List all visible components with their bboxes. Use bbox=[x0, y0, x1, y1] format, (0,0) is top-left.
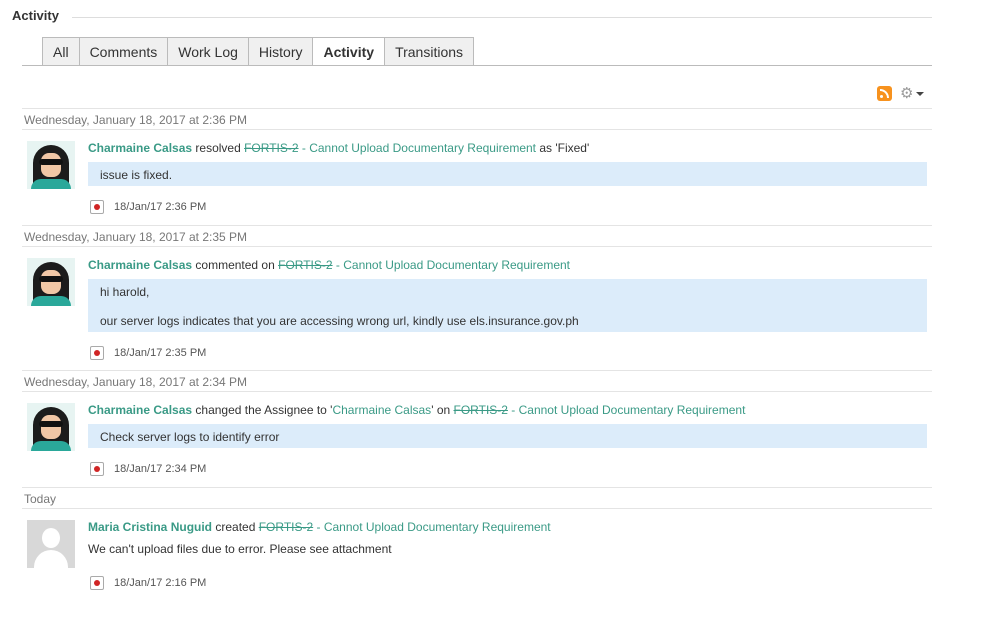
avatar[interactable] bbox=[27, 258, 75, 306]
issue-title-link[interactable]: - Cannot Upload Documentary Requirement bbox=[508, 403, 745, 417]
issue-title-link[interactable]: - Cannot Upload Documentary Requirement bbox=[333, 258, 570, 272]
activity-meta: 18/Jan/17 2:34 PM bbox=[90, 462, 206, 476]
issue-key-link[interactable]: FORTIS-2 bbox=[278, 258, 332, 272]
activity-tabs: All Comments Work Log History Activity T… bbox=[42, 37, 475, 66]
timestamp: 18/Jan/17 2:35 PM bbox=[114, 347, 207, 359]
timestamp: 18/Jan/17 2:36 PM bbox=[114, 201, 207, 213]
date-header: Wednesday, January 18, 2017 at 2:34 PM bbox=[22, 370, 932, 392]
date-header: Wednesday, January 18, 2017 at 2:36 PM bbox=[22, 108, 932, 130]
comment-text: hi harold, bbox=[100, 285, 150, 299]
activity-meta: 18/Jan/17 2:35 PM bbox=[90, 346, 206, 360]
timestamp: 18/Jan/17 2:16 PM bbox=[114, 577, 207, 589]
comment-body: hi harold, our server logs indicates tha… bbox=[88, 279, 927, 332]
action-text: changed the Assignee to ' bbox=[192, 403, 333, 417]
user-link[interactable]: Charmaine Calsas bbox=[88, 258, 192, 272]
avatar[interactable] bbox=[27, 141, 75, 189]
issue-type-icon bbox=[90, 346, 104, 360]
comment-body: Check server logs to identify error bbox=[88, 424, 927, 448]
date-header: Wednesday, January 18, 2017 at 2:35 PM bbox=[22, 225, 932, 247]
activity-meta: 18/Jan/17 2:36 PM bbox=[90, 200, 206, 214]
comment-text: issue is fixed. bbox=[100, 168, 173, 182]
section-title: Activity bbox=[12, 8, 59, 23]
issue-type-icon bbox=[90, 462, 104, 476]
tab-history[interactable]: History bbox=[247, 37, 314, 66]
user-link[interactable]: Charmaine Calsas bbox=[88, 403, 192, 417]
issue-key-link[interactable]: FORTIS-2 bbox=[244, 141, 298, 155]
avatar[interactable] bbox=[27, 403, 75, 451]
gear-icon[interactable]: ⚙ bbox=[900, 86, 913, 101]
issue-description: We can't upload files due to error. Plea… bbox=[88, 542, 392, 556]
activity-meta: 18/Jan/17 2:16 PM bbox=[90, 576, 206, 590]
action-text: resolved bbox=[192, 141, 245, 155]
issue-key-link[interactable]: FORTIS-2 bbox=[259, 520, 313, 534]
tab-transitions[interactable]: Transitions bbox=[384, 37, 475, 66]
user-link[interactable]: Charmaine Calsas bbox=[88, 141, 192, 155]
user-link[interactable]: Maria Cristina Nuguid bbox=[88, 520, 212, 534]
comment-text: Check server logs to identify error bbox=[100, 430, 280, 444]
comment-text: our server logs indicates that you are a… bbox=[100, 314, 579, 328]
title-divider bbox=[72, 17, 932, 18]
activity-summary: Charmaine Calsas resolved FORTIS-2 - Can… bbox=[88, 141, 589, 155]
chevron-down-icon[interactable] bbox=[916, 91, 925, 96]
tab-comments[interactable]: Comments bbox=[78, 37, 169, 66]
activity-summary: Maria Cristina Nuguid created FORTIS-2 -… bbox=[88, 520, 551, 534]
tabs-divider bbox=[22, 65, 932, 66]
activity-toolbar: ⚙ bbox=[877, 86, 925, 101]
tab-work-log[interactable]: Work Log bbox=[167, 37, 249, 66]
avatar[interactable] bbox=[27, 520, 75, 568]
date-header: Today bbox=[22, 487, 932, 509]
action-text: ' on bbox=[431, 403, 454, 417]
timestamp: 18/Jan/17 2:34 PM bbox=[114, 463, 207, 475]
comment-body: issue is fixed. bbox=[88, 162, 927, 186]
issue-title-link[interactable]: - Cannot Upload Documentary Requirement bbox=[313, 520, 551, 534]
action-text: created bbox=[212, 520, 259, 534]
issue-key-link[interactable]: FORTIS-2 bbox=[454, 403, 508, 417]
issue-title-link[interactable]: - Cannot Upload Documentary Requirement bbox=[299, 141, 536, 155]
action-text: commented on bbox=[192, 258, 279, 272]
activity-summary: Charmaine Calsas changed the Assignee to… bbox=[88, 403, 745, 417]
rss-feed-icon[interactable] bbox=[877, 86, 892, 101]
issue-type-icon bbox=[90, 576, 104, 590]
activity-summary: Charmaine Calsas commented on FORTIS-2 -… bbox=[88, 258, 570, 272]
resolution-text: as 'Fixed' bbox=[536, 141, 590, 155]
tab-all[interactable]: All bbox=[42, 37, 80, 66]
tab-activity[interactable]: Activity bbox=[312, 37, 386, 66]
issue-type-icon bbox=[90, 200, 104, 214]
assignee-link[interactable]: Charmaine Calsas bbox=[332, 403, 431, 417]
